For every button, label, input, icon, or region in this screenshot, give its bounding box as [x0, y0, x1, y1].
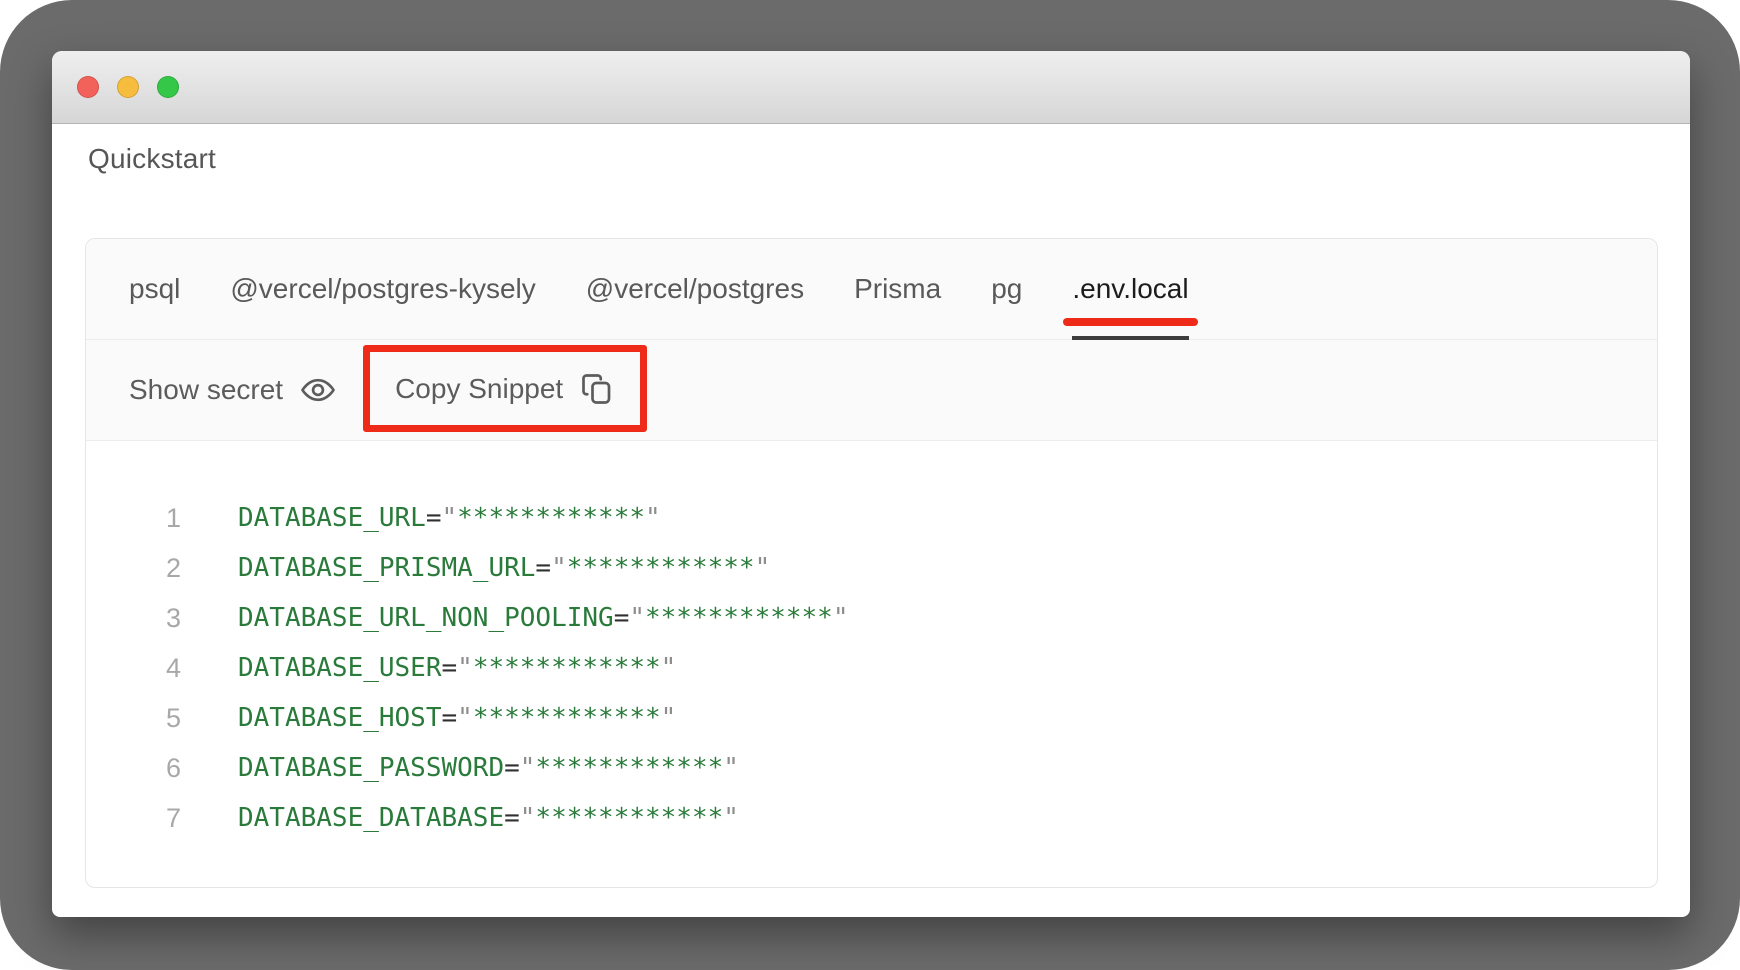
code-line: 7 DATABASE_DATABASE="************": [86, 793, 1657, 843]
tab-env-local[interactable]: .env.local: [1072, 239, 1188, 339]
app-window: Quickstart psql @vercel/postgres-kysely …: [52, 51, 1690, 917]
code-text: DATABASE_USER="************": [238, 653, 676, 683]
close-button[interactable]: [77, 76, 99, 98]
maximize-button[interactable]: [157, 76, 179, 98]
tab-vercel-postgres[interactable]: @vercel/postgres: [586, 239, 804, 339]
page-title: Quickstart: [88, 143, 216, 175]
tab-prisma[interactable]: Prisma: [854, 239, 941, 339]
copy-snippet-button[interactable]: Copy Snippet: [395, 371, 615, 407]
code-text: DATABASE_PRISMA_URL="************": [238, 553, 770, 583]
code-line: 1 DATABASE_URL="************": [86, 493, 1657, 543]
show-secret-label: Show secret: [129, 374, 283, 406]
code-text: DATABASE_PASSWORD="************": [238, 753, 739, 783]
line-number: 4: [86, 653, 181, 684]
tab-pg[interactable]: pg: [991, 239, 1022, 339]
line-number: 2: [86, 553, 181, 584]
line-number: 5: [86, 703, 181, 734]
tab-bar: psql @vercel/postgres-kysely @vercel/pos…: [86, 239, 1657, 340]
tab-psql[interactable]: psql: [129, 239, 180, 339]
code-line: 2 DATABASE_PRISMA_URL="************": [86, 543, 1657, 593]
code-line: 3 DATABASE_URL_NON_POOLING="************…: [86, 593, 1657, 643]
copy-snippet-label: Copy Snippet: [395, 373, 563, 405]
screenshot-stage: Quickstart psql @vercel/postgres-kysely …: [0, 0, 1740, 970]
quickstart-snippet-panel: psql @vercel/postgres-kysely @vercel/pos…: [85, 238, 1658, 888]
red-underline-annotation: [1063, 318, 1197, 326]
code-line: 4 DATABASE_USER="************": [86, 643, 1657, 693]
line-number: 1: [86, 503, 181, 534]
eye-icon: [299, 371, 337, 409]
tab-env-local-label: .env.local: [1072, 273, 1188, 305]
window-titlebar: [52, 51, 1690, 124]
show-secret-button[interactable]: Show secret: [129, 371, 337, 409]
minimize-button[interactable]: [117, 76, 139, 98]
code-line: 6 DATABASE_PASSWORD="************": [86, 743, 1657, 793]
code-text: DATABASE_URL_NON_POOLING="************": [238, 603, 849, 633]
code-text: DATABASE_URL="************": [238, 503, 661, 533]
line-number: 6: [86, 753, 181, 784]
snippet-toolbar: Show secret Copy Snippet: [86, 340, 1657, 441]
tab-vercel-postgres-kysely[interactable]: @vercel/postgres-kysely: [230, 239, 535, 339]
copy-snippet-annotation-box: Copy Snippet: [363, 345, 647, 432]
code-text: DATABASE_DATABASE="************": [238, 803, 739, 833]
line-number: 3: [86, 603, 181, 634]
code-block: 1 DATABASE_URL="************" 2 DATABASE…: [86, 441, 1657, 843]
copy-icon: [579, 371, 615, 407]
outer-gray-frame: Quickstart psql @vercel/postgres-kysely …: [0, 0, 1740, 970]
code-line: 5 DATABASE_HOST="************": [86, 693, 1657, 743]
code-text: DATABASE_HOST="************": [238, 703, 676, 733]
line-number: 7: [86, 803, 181, 834]
active-tab-indicator: [1072, 336, 1188, 340]
